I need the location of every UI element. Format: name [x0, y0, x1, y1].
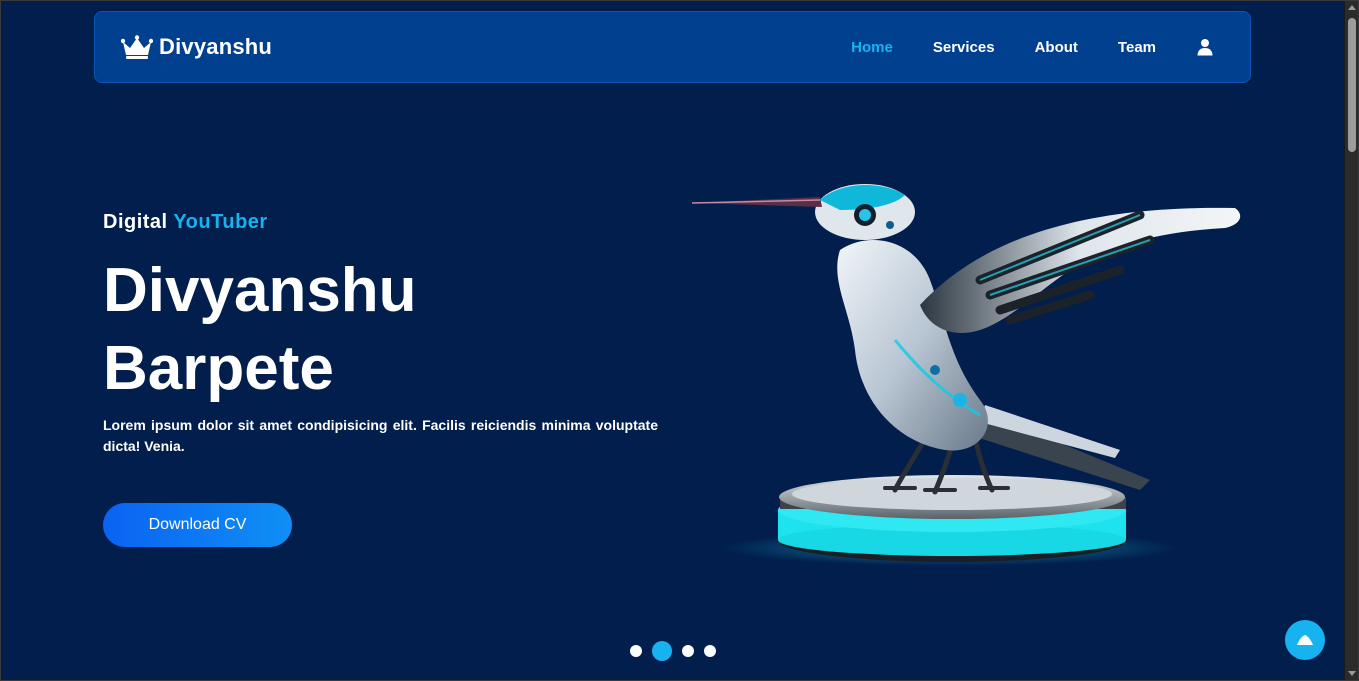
hero-description: Lorem ipsum dolor sit amet condipisicing…: [103, 417, 658, 454]
carousel-dot-4[interactable]: [703, 645, 716, 657]
scroll-down-arrow-icon[interactable]: [1348, 671, 1356, 676]
brand-name: Divyanshu: [159, 34, 273, 59]
hero-eyebrow-prefix: Digital: [103, 211, 168, 233]
carousel-dot-3[interactable]: [681, 645, 694, 657]
hero-eyebrow-accent: YouTuber: [173, 211, 268, 233]
carousel-dots: [0, 641, 1345, 661]
nav-links: Home Services About Team: [811, 12, 1214, 82]
navbar: Divyanshu Home Services About Team: [94, 11, 1251, 83]
brand-logo[interactable]: Divyanshu: [121, 34, 272, 60]
crown-icon: [121, 35, 153, 59]
scroll-up-arrow-icon[interactable]: [1348, 5, 1356, 10]
hero-title: Divyanshu Barpete: [103, 252, 623, 408]
hero-title-line1: Divyanshu: [103, 256, 417, 325]
hero-eyebrow: Digital YouTuber: [103, 211, 268, 234]
download-cv-button[interactable]: Download CV: [103, 503, 292, 547]
chevron-up-icon: [1297, 635, 1313, 645]
hero-title-line2: Barpete: [103, 334, 334, 403]
back-to-top-button[interactable]: [1285, 620, 1325, 660]
carousel-dot-1[interactable]: [629, 645, 642, 657]
nav-link-home[interactable]: Home: [851, 39, 893, 56]
user-icon[interactable]: [1196, 38, 1214, 56]
page-scrollbar[interactable]: [1344, 0, 1359, 681]
nav-link-team[interactable]: Team: [1118, 39, 1156, 56]
carousel-dot-2[interactable]: [651, 641, 672, 661]
hero-hummingbird-image: [691, 184, 1241, 566]
nav-link-services[interactable]: Services: [933, 39, 995, 56]
scroll-thumb[interactable]: [1348, 18, 1356, 152]
nav-link-about[interactable]: About: [1035, 39, 1078, 56]
